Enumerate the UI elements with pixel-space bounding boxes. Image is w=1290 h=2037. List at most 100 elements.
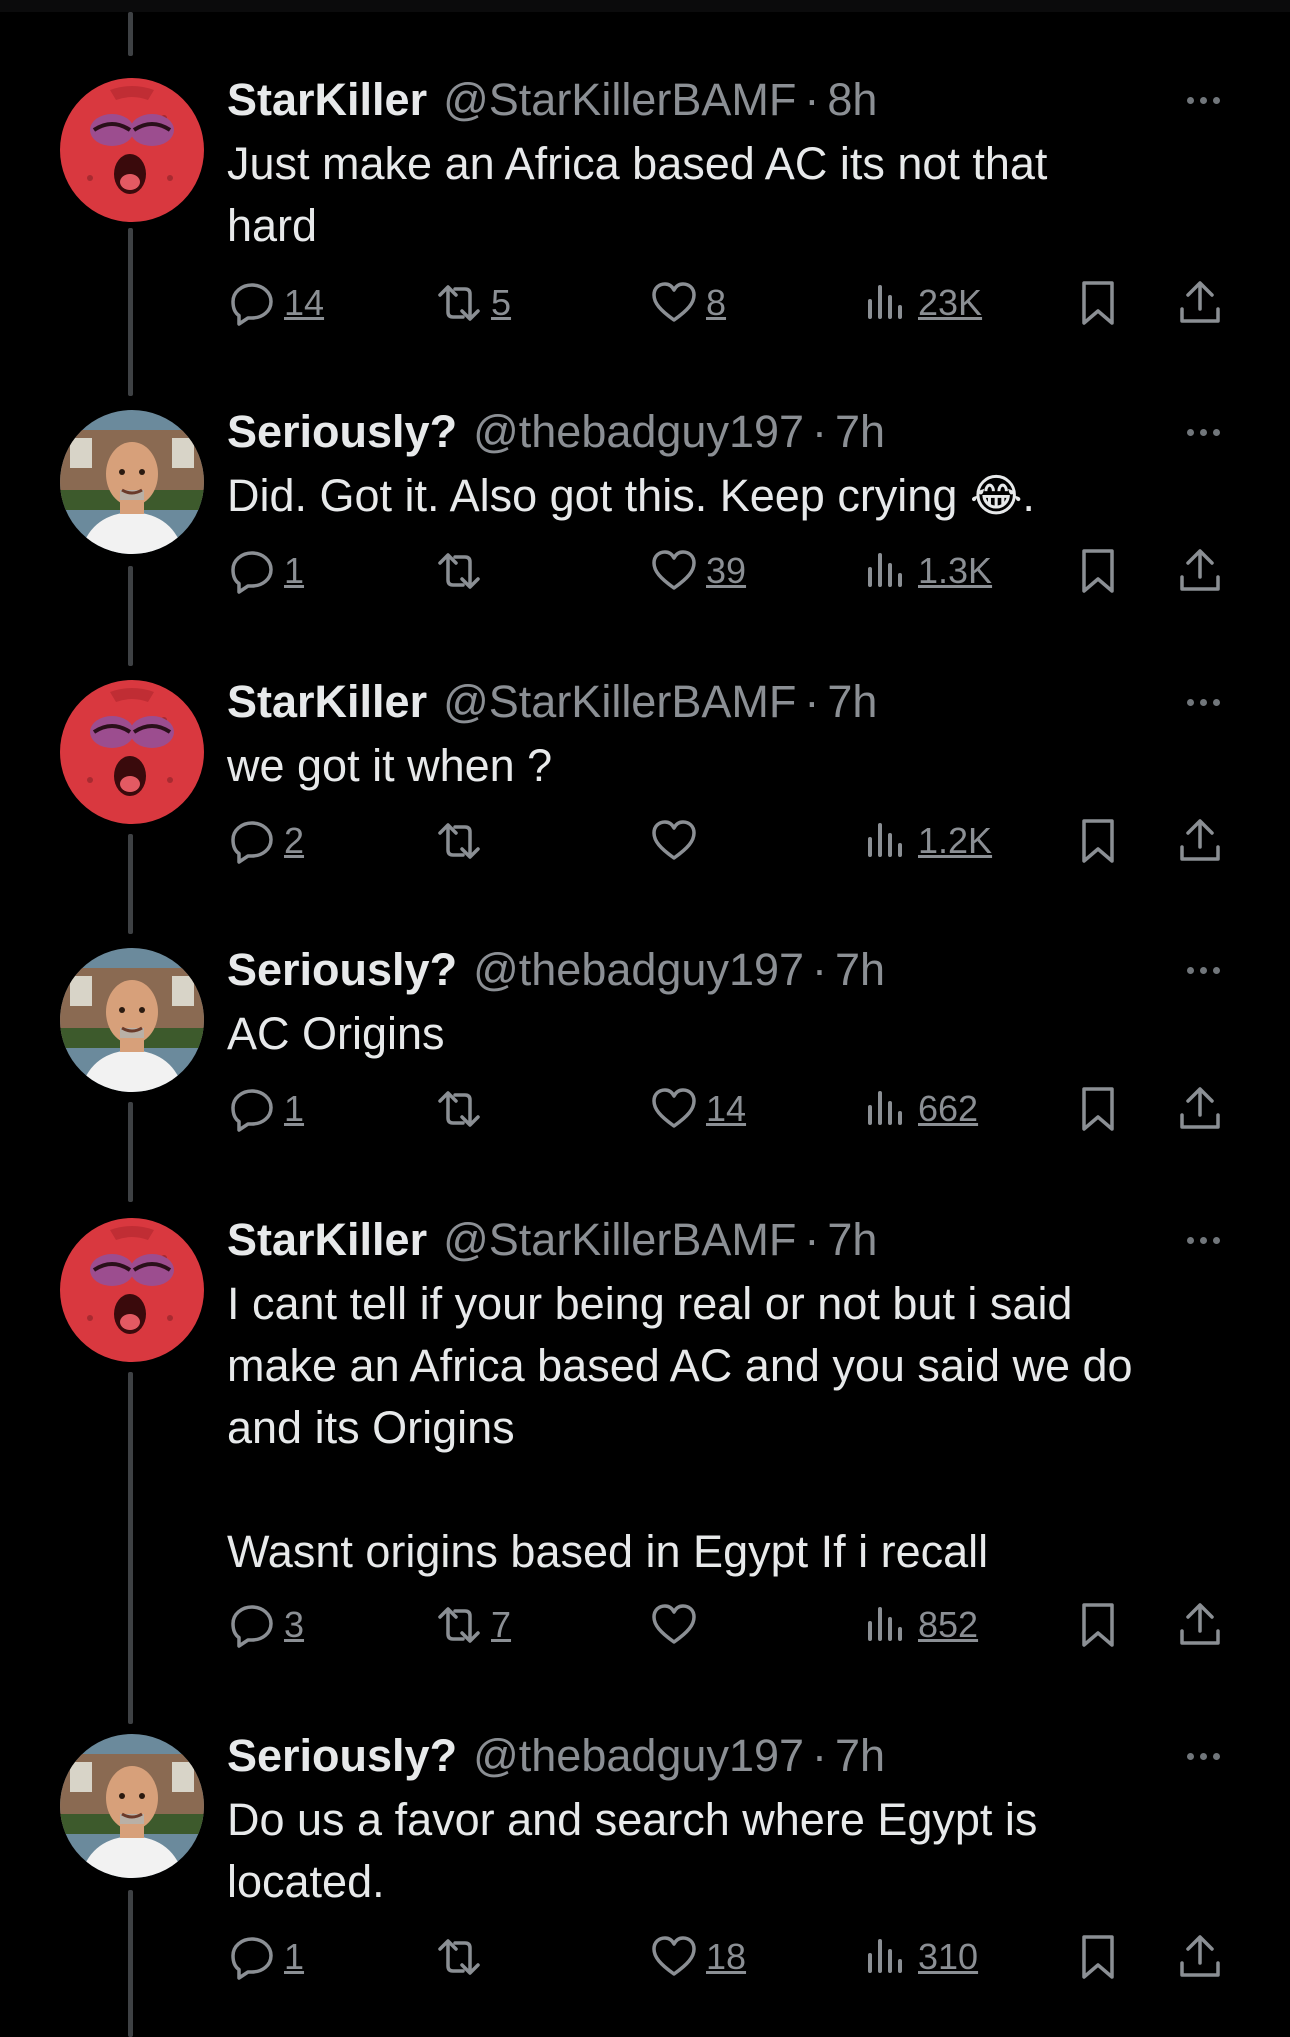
more-options-button[interactable]: [1178, 80, 1228, 120]
timestamp[interactable]: 7h: [827, 672, 877, 732]
reply-icon: [231, 283, 273, 326]
more-options-button[interactable]: [1178, 682, 1228, 722]
like-count: 14: [706, 1088, 747, 1129]
like-button[interactable]: 8: [650, 279, 726, 327]
retweet-button[interactable]: [435, 817, 491, 865]
timestamp[interactable]: 8h: [827, 70, 877, 130]
author-handle[interactable]: @StarKillerBAMF: [443, 1210, 796, 1270]
avatar[interactable]: [60, 948, 204, 1092]
share-button[interactable]: [1176, 279, 1224, 327]
bookmark-button[interactable]: [1074, 817, 1122, 865]
reply-count: 1: [284, 550, 305, 591]
views-button[interactable]: 23K: [862, 279, 982, 327]
view-count: 852: [918, 1604, 979, 1645]
reply-button[interactable]: 2: [228, 817, 304, 865]
like-button[interactable]: [650, 1601, 706, 1649]
avatar[interactable]: [60, 78, 204, 222]
reply-icon: [231, 1937, 273, 1980]
reply-icon: [231, 1605, 273, 1648]
bookmark-button[interactable]: [1074, 1933, 1122, 1981]
bookmark-button[interactable]: [1074, 279, 1122, 327]
retweet-button[interactable]: [435, 1085, 491, 1133]
more-options-button[interactable]: [1178, 1220, 1228, 1260]
retweet-icon: [438, 285, 480, 321]
timestamp[interactable]: 7h: [835, 402, 885, 462]
retweet-button[interactable]: [435, 547, 491, 595]
author-name[interactable]: Seriously?: [227, 402, 457, 462]
dot: [1212, 1752, 1220, 1760]
share-button[interactable]: [1176, 817, 1224, 865]
views-button[interactable]: 662: [862, 1085, 978, 1133]
more-options-button[interactable]: [1178, 1736, 1228, 1776]
dot: [1212, 966, 1220, 974]
timestamp[interactable]: 7h: [835, 940, 885, 1000]
author-handle[interactable]: @thebadguy197: [473, 1726, 804, 1786]
author-name[interactable]: Seriously?: [227, 1726, 457, 1786]
avatar[interactable]: [60, 680, 204, 824]
views-icon: [868, 823, 902, 857]
tweet-text: I cant tell if your being real or not bu…: [227, 1278, 1133, 1577]
action-bar: 1 39 1.3K: [0, 547, 1290, 607]
retweet-count: 5: [491, 282, 512, 323]
dot: [1186, 966, 1194, 974]
bookmark-button[interactable]: [1074, 1085, 1122, 1133]
reply-button[interactable]: 1: [228, 547, 304, 595]
tweet-text: we got it when ?: [227, 740, 553, 791]
bookmark-button[interactable]: [1074, 547, 1122, 595]
like-button[interactable]: 18: [650, 1933, 746, 1981]
reply-icon: [231, 821, 273, 864]
reply-button[interactable]: 1: [228, 1085, 304, 1133]
action-bar: 1 14 662: [0, 1085, 1290, 1145]
more-options-button[interactable]: [1178, 950, 1228, 990]
man-avatar-icon: [60, 410, 204, 554]
author-handle[interactable]: @StarKillerBAMF: [443, 70, 796, 130]
timestamp[interactable]: 7h: [835, 1726, 885, 1786]
author-handle[interactable]: @StarKillerBAMF: [443, 672, 796, 732]
thread-line: [128, 12, 133, 56]
bookmark-icon: [1082, 819, 1114, 863]
retweet-icon: [438, 553, 480, 589]
share-icon: [1180, 1603, 1220, 1645]
more-options-button[interactable]: [1178, 412, 1228, 452]
reply-button[interactable]: 1: [228, 1933, 304, 1981]
views-button[interactable]: 310: [862, 1933, 978, 1981]
timestamp[interactable]: 7h: [827, 1210, 877, 1270]
share-button[interactable]: [1176, 547, 1224, 595]
tweet-header: Seriously? @thebadguy197 · 7h: [227, 940, 885, 1000]
author-name[interactable]: Seriously?: [227, 940, 457, 1000]
share-button[interactable]: [1176, 1933, 1224, 1981]
heart-icon: [652, 282, 696, 322]
retweet-button[interactable]: [435, 1933, 491, 1981]
author-name[interactable]: StarKiller: [227, 1210, 427, 1270]
views-button[interactable]: 1.2K: [862, 817, 992, 865]
author-name[interactable]: StarKiller: [227, 672, 427, 732]
like-button[interactable]: 14: [650, 1085, 746, 1133]
action-bar: 2 1.2K: [0, 817, 1290, 877]
patrick-avatar-icon: [60, 1218, 204, 1362]
like-button[interactable]: [650, 817, 706, 865]
avatar[interactable]: [60, 410, 204, 554]
dot: [1212, 1236, 1220, 1244]
views-icon: [868, 1939, 902, 1973]
avatar[interactable]: [60, 1218, 204, 1362]
avatar[interactable]: [60, 1734, 204, 1878]
retweet-button[interactable]: 7: [435, 1601, 511, 1649]
like-button[interactable]: 39: [650, 547, 746, 595]
views-button[interactable]: 852: [862, 1601, 978, 1649]
share-button[interactable]: [1176, 1601, 1224, 1649]
author-handle[interactable]: @thebadguy197: [473, 940, 804, 1000]
dot: [1212, 698, 1220, 706]
bookmark-button[interactable]: [1074, 1601, 1122, 1649]
reply-button[interactable]: 3: [228, 1601, 304, 1649]
view-count: 1.2K: [918, 820, 993, 861]
tweet-text: Did. Got it. Also got this. Keep crying …: [227, 470, 1035, 521]
reply-button[interactable]: 14: [228, 279, 324, 327]
retweet-button[interactable]: 5: [435, 279, 511, 327]
heart-icon: [652, 1604, 696, 1644]
author-name[interactable]: StarKiller: [227, 70, 427, 130]
thread-line: [128, 1372, 133, 1724]
share-button[interactable]: [1176, 1085, 1224, 1133]
author-handle[interactable]: @thebadguy197: [473, 402, 804, 462]
dot: [1199, 1236, 1207, 1244]
views-button[interactable]: 1.3K: [862, 547, 992, 595]
